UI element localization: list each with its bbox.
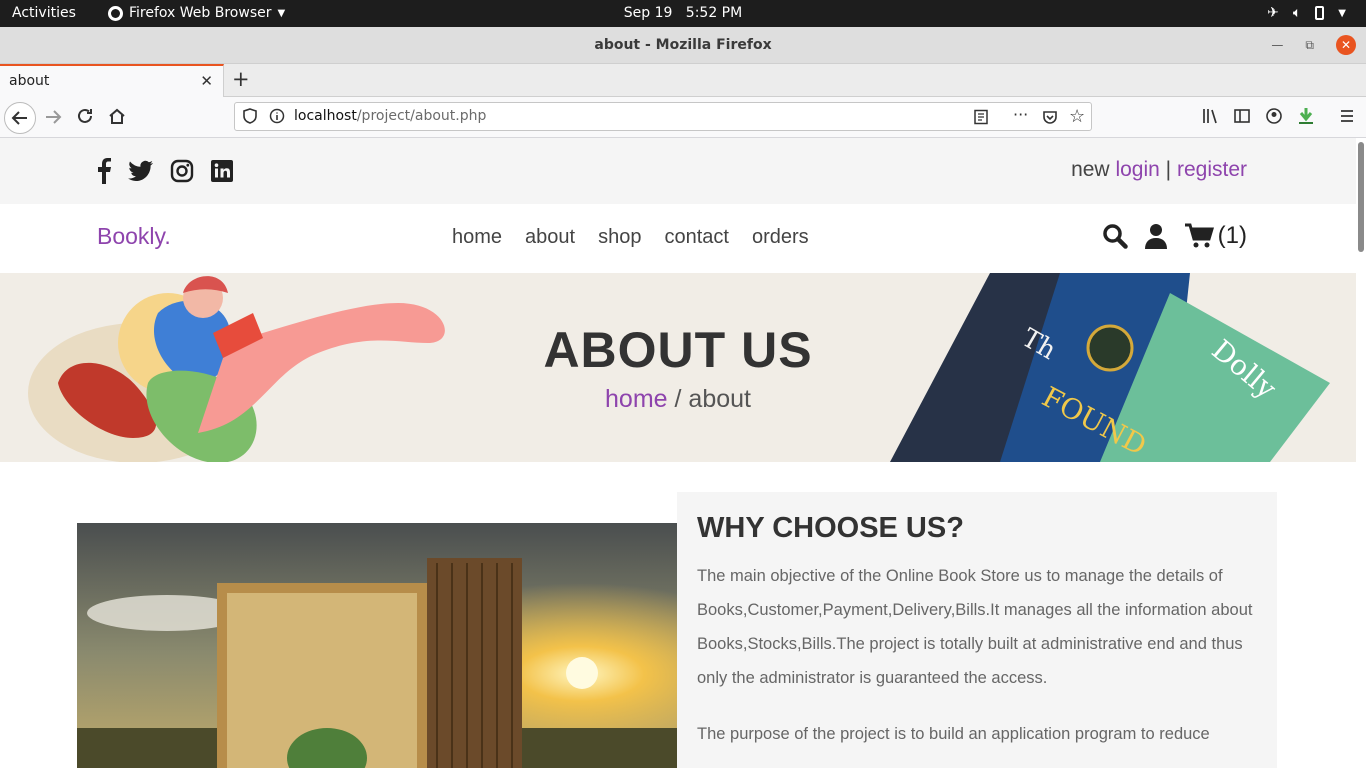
facebook-icon[interactable] — [96, 158, 112, 184]
window-titlebar: about - Mozilla Firefox — ⧉ ✕ — [0, 27, 1366, 64]
close-tab-icon[interactable]: ✕ — [200, 72, 213, 90]
nav-about[interactable]: about — [525, 226, 575, 249]
reload-button[interactable] — [76, 107, 94, 129]
auth-links: new login | register — [1071, 158, 1247, 182]
home-button[interactable] — [108, 107, 126, 129]
twitter-icon[interactable] — [128, 160, 154, 182]
breadcrumb: home / about — [0, 385, 1356, 414]
login-link[interactable]: login — [1115, 158, 1159, 181]
hamburger-menu-icon[interactable] — [1338, 107, 1356, 129]
volume-icon: 🔈︎ — [1292, 5, 1302, 21]
reload-icon — [78, 108, 92, 123]
clock[interactable]: Sep 19 5:52 PM — [0, 5, 1366, 21]
forward-arrow-icon — [46, 110, 62, 124]
nav-contact[interactable]: contact — [664, 226, 728, 249]
window-title: about - Mozilla Firefox — [594, 37, 772, 53]
minimize-button[interactable]: — — [1271, 38, 1283, 52]
about-heading: WHY CHOOSE US? — [697, 512, 964, 544]
instagram-icon[interactable] — [170, 159, 194, 183]
banner-heading: ABOUT US — [543, 322, 813, 378]
linkedin-icon[interactable] — [210, 159, 234, 183]
back-arrow-icon — [11, 111, 27, 125]
tab-label: about — [9, 73, 50, 89]
reader-view-icon[interactable] — [973, 109, 989, 129]
more-actions-icon[interactable]: ··· — [1013, 105, 1028, 124]
window-controls: — ⧉ ✕ — [1271, 35, 1356, 55]
url-bar[interactable]: localhost/project/about.php ··· ☆ — [234, 102, 1092, 131]
library-icon[interactable] — [1201, 107, 1219, 129]
main-nav: home about shop contact orders — [452, 226, 809, 249]
url-path: /project/about.php — [356, 108, 487, 124]
search-icon[interactable] — [1102, 223, 1128, 249]
cart-button[interactable]: (1) — [1184, 222, 1247, 250]
breadcrumb-current: about — [688, 385, 751, 413]
about-image — [77, 523, 677, 768]
forward-button[interactable] — [44, 108, 62, 130]
nav-orders[interactable]: orders — [752, 226, 809, 249]
bookmark-star-icon[interactable]: ☆ — [1069, 106, 1085, 127]
header-top: new login | register — [0, 138, 1356, 204]
sidebar-icon[interactable] — [1233, 107, 1251, 129]
maximize-button[interactable]: ⧉ — [1305, 38, 1314, 53]
breadcrumb-home-link[interactable]: home — [605, 385, 668, 413]
url-text[interactable]: localhost/project/about.php — [294, 108, 486, 124]
clock-date: Sep 19 — [623, 5, 673, 21]
cart-count: (1) — [1217, 222, 1247, 249]
chevron-down-icon: ▼ — [1338, 7, 1346, 19]
extension-download-icon[interactable] — [1297, 107, 1315, 129]
tab-strip: about ✕ + — [0, 64, 1366, 97]
shield-icon[interactable] — [243, 108, 257, 128]
auth-separator: | — [1165, 158, 1172, 181]
about-paragraph-1: The main objective of the Online Book St… — [697, 567, 1253, 687]
account-icon[interactable] — [1265, 107, 1283, 129]
nav-shop[interactable]: shop — [598, 226, 641, 249]
system-top-bar: Activities Firefox Web Browser ▼ Sep 19 … — [0, 0, 1366, 27]
new-tab-button[interactable]: + — [232, 67, 250, 91]
about-paragraph-2: The purpose of the project is to build a… — [697, 725, 1210, 743]
user-icon[interactable] — [1144, 223, 1168, 249]
pocket-icon[interactable] — [1042, 109, 1058, 129]
page-content: new login | register Bookly. home about … — [0, 138, 1366, 768]
close-button[interactable]: ✕ — [1336, 35, 1356, 55]
url-host: localhost — [294, 108, 357, 124]
auth-prefix: new — [1071, 158, 1110, 181]
home-icon — [109, 108, 125, 124]
open-book-landscape-image — [77, 523, 677, 768]
site-logo[interactable]: Bookly. — [97, 223, 171, 250]
clock-time: 5:52 PM — [685, 5, 743, 21]
navigation-toolbar: localhost/project/about.php ··· ☆ — [0, 97, 1366, 138]
breadcrumb-separator: / — [674, 385, 682, 413]
header-main: Bookly. home about shop contact orders (… — [0, 204, 1356, 273]
back-button[interactable] — [4, 102, 36, 134]
page-banner: Th FOUND Dolly ABOUT US home / about — [0, 273, 1356, 462]
info-icon[interactable] — [269, 108, 285, 128]
cart-icon — [1184, 223, 1214, 248]
airplane-icon: ✈ — [1267, 5, 1279, 21]
about-text-panel: WHY CHOOSE US? The main objective of the… — [677, 492, 1277, 768]
battery-icon — [1315, 6, 1325, 20]
system-tray[interactable]: ✈ 🔈︎ ▼ — [1267, 5, 1346, 21]
header-icons: (1) — [1102, 222, 1247, 250]
tab-about[interactable]: about ✕ — [0, 64, 224, 97]
social-links — [96, 158, 234, 184]
nav-home[interactable]: home — [452, 226, 502, 249]
register-link[interactable]: register — [1177, 158, 1247, 181]
